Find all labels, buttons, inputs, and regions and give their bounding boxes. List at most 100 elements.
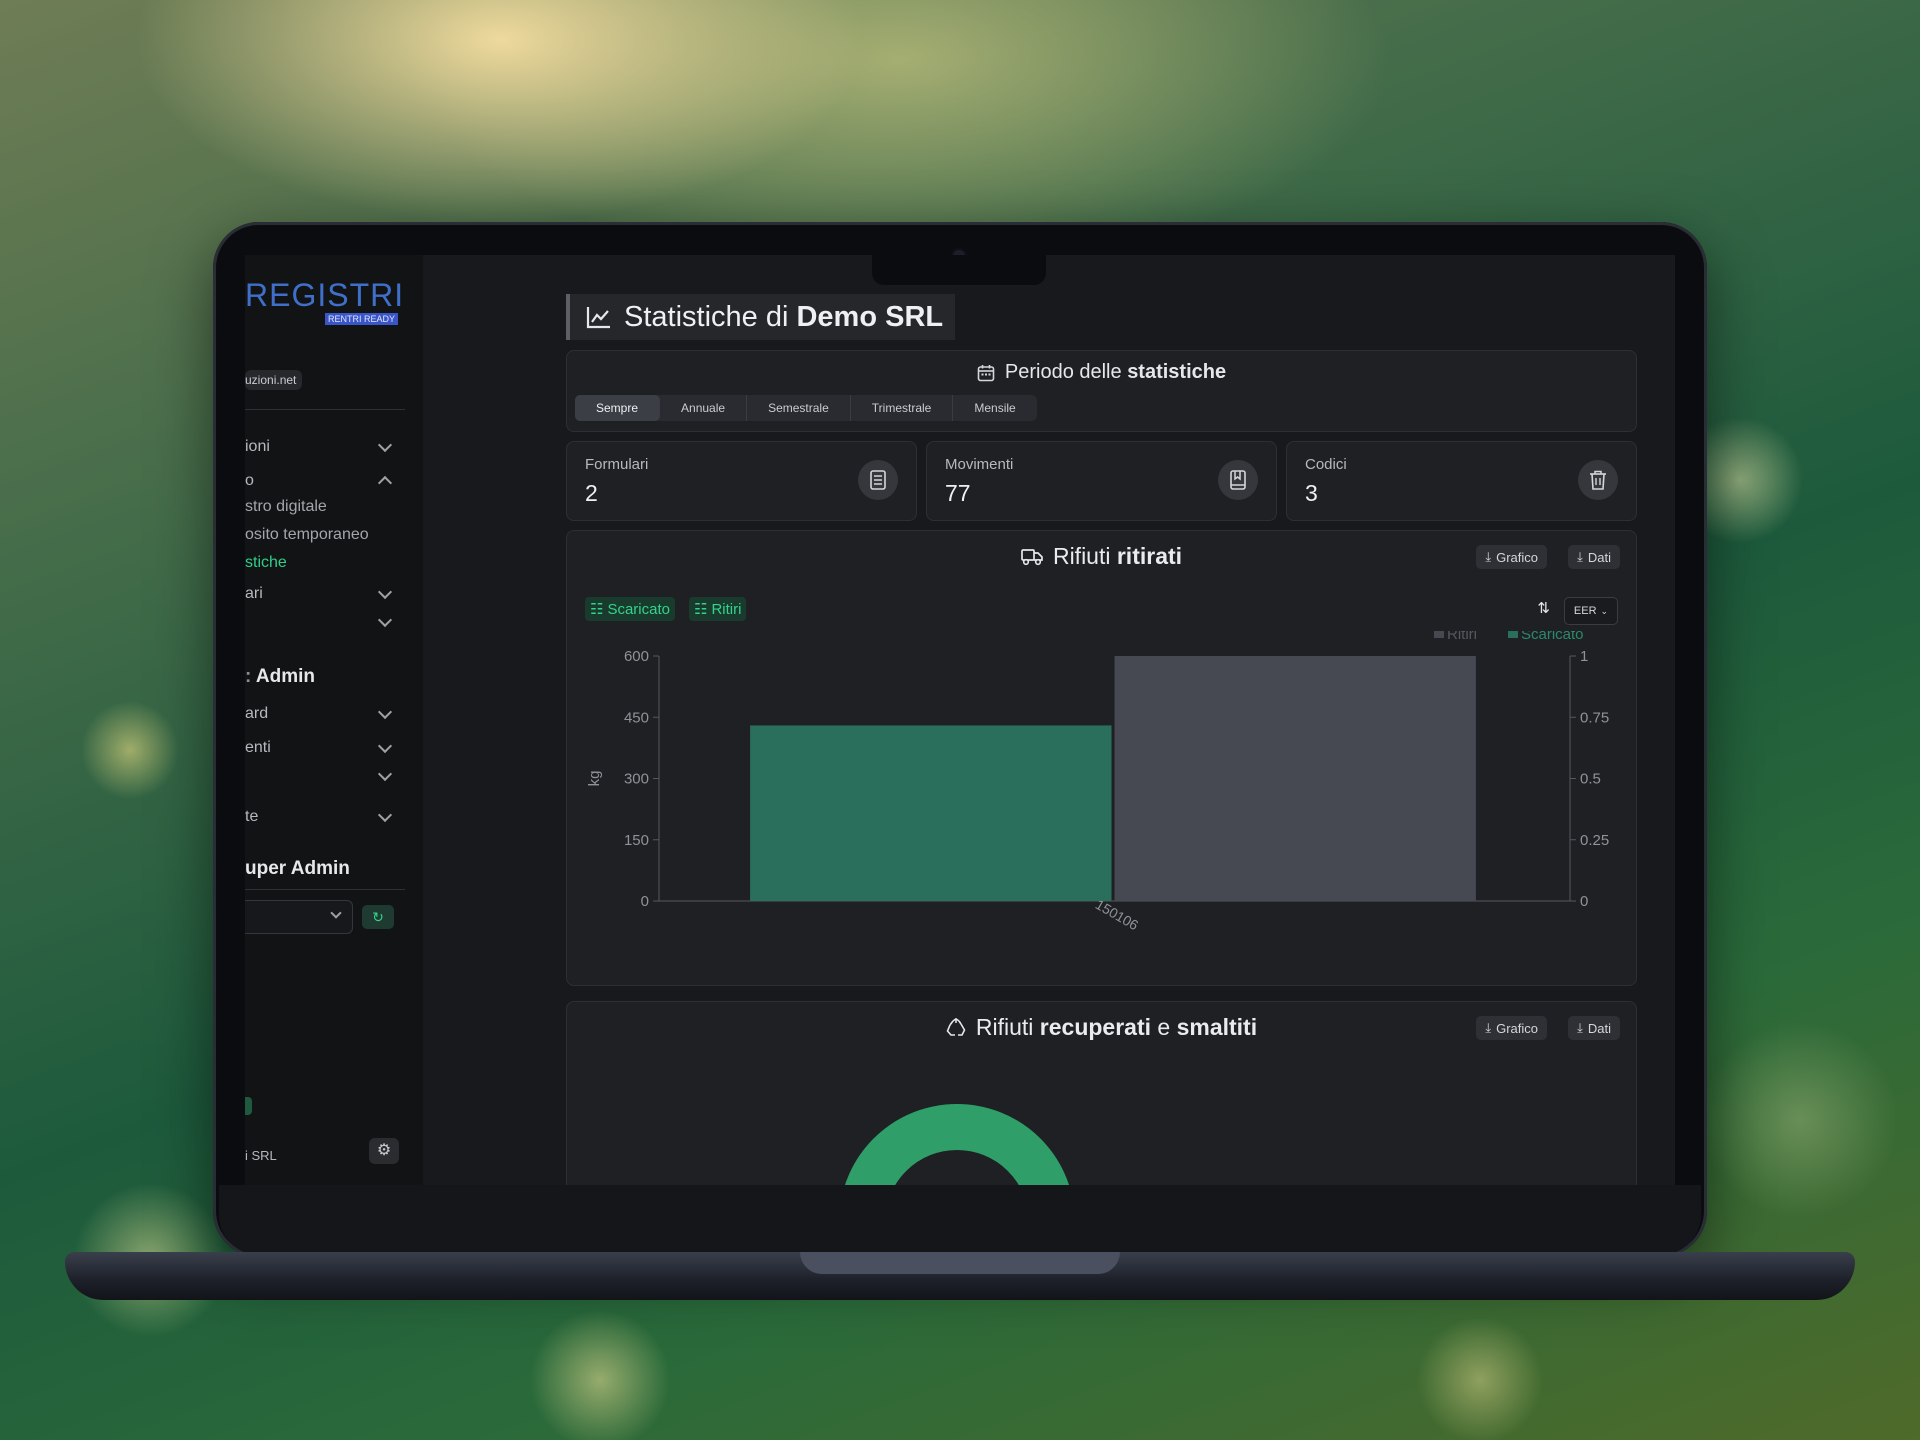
gear-icon: ⚙ (376, 1142, 392, 1159)
sidebar-divider (245, 889, 405, 890)
tab-trimestrale[interactable]: Trimestrale (851, 395, 954, 421)
legend-label: Scaricato (1521, 631, 1584, 643)
sidebar-item-1[interactable]: ioni (245, 437, 393, 456)
logo: REGISTRI (245, 277, 405, 313)
y-tick-label: 150 (624, 832, 649, 849)
screen-notch (872, 255, 1046, 285)
y2-tick-label: 0.25 (1580, 832, 1609, 849)
sidebar-item-2[interactable]: o (245, 472, 393, 491)
section-super-admin-title: uper Admin (245, 858, 350, 879)
y2-tick-label: 0.75 (1580, 709, 1609, 726)
stat-label: Formulari (585, 456, 649, 473)
series-chip-scaricato[interactable]: ☷ Scaricato (585, 597, 675, 621)
sidebar-divider (245, 409, 405, 410)
sidebar-item-7[interactable] (245, 766, 393, 782)
stat-value: 3 (1305, 480, 1318, 506)
download-chart-button[interactable]: ⤓ Grafico (1476, 545, 1547, 569)
line-chart-icon (586, 307, 610, 329)
stat-card-codici: Codici 3 (1286, 441, 1637, 521)
download-icon: ⤓ (1577, 549, 1583, 564)
sort-icon[interactable]: ⇅ (1537, 599, 1550, 617)
tab-sempre[interactable]: Sempre (575, 395, 661, 421)
download-icon: ⤓ (1577, 1020, 1583, 1035)
current-company-label: i SRL (245, 1148, 277, 1163)
sort-field-select[interactable]: EER ⌄ (1564, 597, 1618, 625)
y-axis-label: kg (586, 771, 603, 787)
sidebar-subitem-registro[interactable]: stro digitale (245, 498, 327, 516)
bar-ritiri (1114, 656, 1476, 901)
period-title: Periodo delle statistiche (567, 361, 1636, 384)
sidebar-subitem-statistiche[interactable]: stiche (245, 554, 287, 572)
x-tick-label: 150106 (1093, 896, 1142, 933)
logo-badge: RENTRI READY (325, 313, 399, 325)
chevron-down-icon (330, 907, 342, 919)
download-icon: ⤓ (1485, 1020, 1492, 1035)
sidebar: REGISTRI RENTRI READY uzioni.net ioni o … (245, 255, 423, 1185)
bar-chart-icon: ☷ (590, 601, 604, 618)
recycle-icon (946, 1017, 966, 1036)
chevron-down-icon (377, 766, 393, 782)
download-icon: ⤓ (1485, 549, 1492, 564)
company-select[interactable] (245, 900, 353, 934)
sidebar-item-label: ari (245, 585, 263, 602)
tab-annuale[interactable]: Annuale (660, 395, 748, 421)
chevron-down-icon (377, 584, 393, 600)
sidebar-subitem-deposito[interactable]: osito temporaneo (245, 526, 369, 544)
sidebar-item-label: ard (245, 705, 269, 722)
y-tick-label: 0 (641, 893, 649, 910)
calendar-icon (977, 364, 995, 381)
sidebar-item-label: te (245, 808, 259, 825)
period-card: Periodo delle statistiche Sempre Annuale… (566, 350, 1637, 432)
stat-card-movimenti: Movimenti 77 (926, 441, 1277, 521)
download-data-button[interactable]: ⤓ Dati (1568, 545, 1620, 569)
donut-chart (845, 1104, 1069, 1185)
refresh-button[interactable]: ↻ (362, 905, 394, 929)
legend-label: Ritiri (1447, 631, 1477, 643)
sidebar-item-5[interactable]: ard (245, 704, 393, 723)
recuperati-card: Rifiuti recuperati e smaltiti ⤓ Grafico ⤓… (566, 1001, 1637, 1185)
stat-value: 2 (585, 480, 598, 506)
chevron-down-icon (377, 704, 393, 720)
bookmark-book-icon (1218, 460, 1258, 500)
settings-button[interactable]: ⚙ (369, 1138, 399, 1164)
sidebar-item-6[interactable]: enti (245, 738, 393, 757)
donut-slice (845, 1104, 1069, 1185)
stat-label: Movimenti (945, 456, 1014, 473)
download-data-button[interactable]: ⤓ Dati (1568, 1016, 1620, 1040)
y-tick-label: 600 (624, 648, 649, 665)
y-tick-label: 450 (624, 709, 649, 726)
stat-card-formulari: Formulari 2 (566, 441, 917, 521)
period-tabs: Sempre Annuale Semestrale Trimestrale Me… (575, 395, 1037, 421)
chevron-down-icon: ⌄ (1600, 605, 1609, 616)
download-chart-button[interactable]: ⤓ Grafico (1476, 1016, 1547, 1040)
ritirati-card: Rifiuti ritirati ⤓ Grafico ⤓ Dati ☷ Scarica… (566, 530, 1637, 986)
app-screen: REGISTRI RENTRI READY uzioni.net ioni o … (245, 255, 1675, 1185)
series-chip-ritiri[interactable]: ☷ Ritiri (689, 597, 747, 621)
stat-value: 77 (945, 480, 971, 506)
sidebar-item-3[interactable]: ari (245, 584, 393, 603)
y-tick-label: 300 (624, 771, 649, 788)
truck-icon (1021, 548, 1043, 565)
chevron-down-icon (377, 807, 393, 823)
y2-tick-label: 0.5 (1580, 771, 1601, 788)
legend-swatch (1508, 631, 1518, 638)
bar-chart-icon: ☷ (694, 601, 708, 618)
chevron-up-icon (377, 475, 393, 491)
section-admin-title: : Admin (245, 666, 316, 687)
status-indicator (245, 1097, 252, 1115)
tab-semestrale[interactable]: Semestrale (747, 395, 851, 421)
ritirati-bar-chart: 0 150 300 450 600 0 0.25 0.5 0.75 1 kg 150106 Scaric… (586, 631, 1609, 933)
laptop-bezel (219, 1185, 1701, 1255)
sidebar-item-4[interactable] (245, 612, 393, 628)
chevron-down-icon (377, 612, 393, 628)
bar-scaricato (750, 725, 1112, 901)
refresh-icon: ↻ (372, 909, 384, 925)
tab-mensile[interactable]: Mensile (953, 395, 1036, 421)
y2-tick-label: 0 (1580, 893, 1588, 910)
org-chip[interactable]: uzioni.net (245, 370, 303, 390)
sidebar-item-8[interactable]: te (245, 807, 393, 826)
sidebar-item-label: enti (245, 739, 271, 756)
trash-icon (1578, 460, 1618, 500)
stat-label: Codici (1305, 456, 1347, 473)
chevron-down-icon (377, 437, 393, 453)
